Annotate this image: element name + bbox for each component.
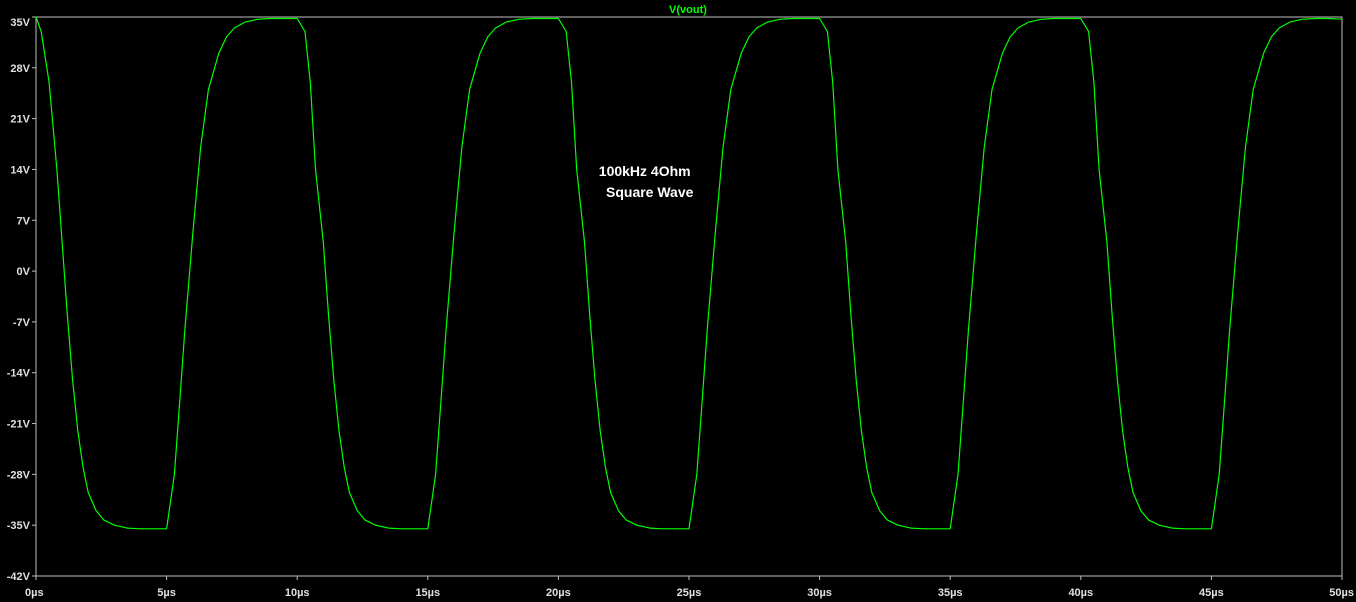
y-tick-label: -7V <box>13 317 31 329</box>
annotation-line-1: 100kHz 4Ohm <box>598 163 691 179</box>
y-axis: 35V 28V 21V 14V 7V 0V -7V -14V -21V -28V -35V -42V <box>7 16 36 583</box>
y-tick-label: 14V <box>10 164 30 176</box>
y-tick-label: 0V <box>17 266 31 278</box>
x-tick-label: 20µs <box>546 587 571 599</box>
vout-trace <box>35 16 1343 530</box>
x-tick-label: 25µs <box>677 587 702 599</box>
series-title[interactable]: V(vout) <box>669 4 707 16</box>
x-tick-label: 5µs <box>157 587 176 599</box>
y-tick-label: 28V <box>10 63 30 75</box>
x-axis: 0µs 5µs 10µs 15µs 20µs 25µs 30µs 35µs 40µs 45µs 50… <box>25 576 1354 599</box>
waveform-plot: V(vout) 35V 28V 21V 14V 7V 0V -7V -14V -21V -28V -… <box>7 4 1354 599</box>
y-tick-label: -28V <box>7 469 31 481</box>
annotation-line-2: Square Wave <box>606 184 694 200</box>
x-tick-label: 35µs <box>938 587 963 599</box>
x-tick-label: 10µs <box>285 587 310 599</box>
y-tick-label: -42V <box>7 571 31 583</box>
x-tick-label: 45µs <box>1199 587 1224 599</box>
y-tick-label: -21V <box>7 419 31 431</box>
plot-frame <box>35 16 1343 577</box>
y-tick-label: -35V <box>7 520 31 532</box>
x-tick-label: 30µs <box>807 587 832 599</box>
plot-annotation[interactable]: 100kHz 4Ohm Square Wave <box>596 161 694 203</box>
x-tick-label: 0µs <box>25 587 44 599</box>
x-tick-label: 50µs <box>1329 587 1354 599</box>
y-tick-label: 35V <box>10 17 30 29</box>
x-tick-label: 15µs <box>415 587 440 599</box>
y-tick-label: 21V <box>10 114 30 126</box>
x-tick-label: 40µs <box>1068 587 1093 599</box>
y-tick-label: -14V <box>7 368 31 380</box>
y-tick-label: 7V <box>17 215 31 227</box>
